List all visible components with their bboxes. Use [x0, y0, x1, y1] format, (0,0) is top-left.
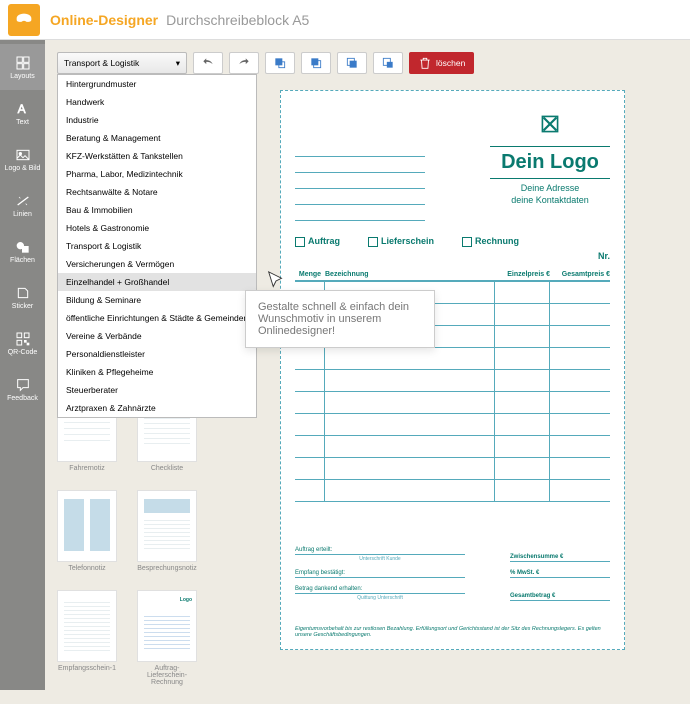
header: Online-Designer Durchschreibeblock A5	[0, 0, 690, 40]
layout-thumb[interactable]: Telefonnotiz	[57, 490, 117, 572]
dropdown-item[interactable]: Hintergrundmuster	[58, 75, 256, 93]
layout-label: Checkliste	[137, 465, 197, 472]
dropdown-item[interactable]: Industrie	[58, 111, 256, 129]
delete-label: löschen	[436, 58, 465, 68]
dropdown-list: HintergrundmusterHandwerkIndustrieBeratu…	[57, 74, 257, 418]
sidebar-item-sticker[interactable]: Sticker	[0, 274, 45, 320]
dropdown-item[interactable]: Hotels & Gastronomie	[58, 219, 256, 237]
sidebar-label: Text	[16, 119, 29, 126]
sidebar-item-qr[interactable]: QR-Code	[0, 320, 45, 366]
layout-label: Fahrernotiz	[57, 465, 117, 472]
dropdown-item[interactable]: Pharma, Labor, Medizintechnik	[58, 165, 256, 183]
th: Menge	[295, 271, 325, 278]
layout-thumb[interactable]: LogoAuftrag-Lieferschein-Rechnung	[137, 590, 197, 686]
layout-label: Empfangsschein-1	[57, 665, 117, 672]
sidebar: Layouts A Text Logo & Bild Linien Flächen…	[0, 40, 45, 690]
dropdown-item[interactable]: Rechtsanwälte & Notare	[58, 183, 256, 201]
tooltip: Gestalte schnell & einfach dein Wunschmo…	[245, 290, 435, 348]
category-dropdown[interactable]: Transport & Logistik▾ HintergrundmusterH…	[57, 52, 187, 74]
layout-thumb[interactable]: Empfangsschein-1	[57, 590, 117, 686]
main: Transport & Logistik▾ HintergrundmusterH…	[45, 40, 690, 690]
layout-label: Besprechungsnotiz	[137, 565, 197, 572]
th: Gesamtpreis €	[550, 271, 610, 278]
svg-text:A: A	[17, 102, 25, 116]
layouts-panel: Fahrernotiz Checkliste Telefonnotiz Besprec…	[57, 390, 217, 704]
disclaimer: Eigentumsvorbehalt bis zur restlosen Bez…	[295, 626, 610, 639]
sidebar-label: Linien	[13, 211, 32, 218]
sidebar-item-shapes[interactable]: Flächen	[0, 228, 45, 274]
chevron-down-icon: ▾	[176, 58, 180, 69]
address-lines	[295, 141, 425, 221]
sidebar-label: Feedback	[7, 395, 38, 402]
sidebar-item-lines[interactable]: Linien	[0, 182, 45, 228]
dropdown-item[interactable]: KFZ-Werkstätten & Tankstellen	[58, 147, 256, 165]
th: Bezeichnung	[325, 271, 495, 278]
foot-sub: Unterschrift Kunde	[295, 556, 465, 562]
doc-type-checks: Auftrag Lieferschein Rechnung	[295, 236, 610, 247]
foot-left: Auftrag erteilt:	[295, 547, 465, 555]
layout-label: Telefonnotiz	[57, 565, 117, 572]
dropdown-item[interactable]: Einzelhandel + Großhandel	[58, 273, 256, 291]
sidebar-item-text[interactable]: A Text	[0, 90, 45, 136]
foot-right: Gesamtbetrag €	[510, 593, 610, 601]
send-back-button[interactable]	[373, 52, 403, 74]
footer-fields: Auftrag erteilt:Unterschrift Kunde Zwisch…	[295, 547, 610, 609]
check-lieferschein: Lieferschein	[368, 236, 434, 247]
th: Einzelpreis €	[495, 271, 550, 278]
dropdown-item[interactable]: Handwerk	[58, 93, 256, 111]
dropdown-item[interactable]: Vereine & Verbände	[58, 327, 256, 345]
dropdown-item[interactable]: Transport & Logistik	[58, 237, 256, 255]
dropdown-item[interactable]: Personaldienstleister	[58, 345, 256, 363]
delete-button[interactable]: löschen	[409, 52, 474, 74]
dropdown-item[interactable]: Arztpraxen & Zahnärzte	[58, 399, 256, 417]
foot-sub: Quittung Unterschrift	[295, 595, 465, 601]
bring-forward-button[interactable]	[301, 52, 331, 74]
foot-left: Empfang bestätigt:	[295, 570, 465, 578]
foot-left: Betrag dankend erhalten:	[295, 586, 465, 594]
dropdown-item[interactable]: Bau & Immobilien	[58, 201, 256, 219]
toolbar: Transport & Logistik▾ HintergrundmusterH…	[57, 52, 474, 74]
dropdown-item[interactable]: Kliniken & Pflegeheime	[58, 363, 256, 381]
dropdown-item[interactable]: Steuerberater	[58, 381, 256, 399]
sidebar-label: QR-Code	[8, 349, 38, 356]
logo-sub2: deine Kontaktdaten	[490, 195, 610, 205]
dropdown-item[interactable]: öffentliche Einrichtungen & Städte & Gem…	[58, 309, 256, 327]
sidebar-label: Logo & Bild	[5, 165, 41, 172]
foot-right: Zwischensumme €	[510, 554, 610, 562]
send-backward-button[interactable]	[337, 52, 367, 74]
check-auftrag: Auftrag	[295, 236, 340, 247]
sidebar-label: Sticker	[12, 303, 33, 310]
cursor-icon	[265, 270, 287, 292]
canvas[interactable]: Dein Logo Deine Adresse deine Kontaktdat…	[280, 90, 625, 650]
bring-front-button[interactable]	[265, 52, 295, 74]
dropdown-item[interactable]: Bildung & Seminare	[58, 291, 256, 309]
foot-right: % MwSt. €	[510, 570, 610, 578]
layout-label: Auftrag-Lieferschein-Rechnung	[137, 665, 197, 686]
sidebar-item-feedback[interactable]: Feedback	[0, 366, 45, 412]
dropdown-item[interactable]: Beratung & Management	[58, 129, 256, 147]
sidebar-item-logo[interactable]: Logo & Bild	[0, 136, 45, 182]
logo-text: Dein Logo	[490, 151, 610, 174]
layout-thumb[interactable]: Besprechungsnotiz	[137, 490, 197, 572]
undo-button[interactable]	[193, 52, 223, 74]
check-rechnung: Rechnung	[462, 236, 519, 247]
sidebar-item-layouts[interactable]: Layouts	[0, 44, 45, 90]
redo-button[interactable]	[229, 52, 259, 74]
dropdown-item[interactable]: Versicherungen & Vermögen	[58, 255, 256, 273]
sidebar-label: Layouts	[10, 73, 35, 80]
logo-placeholder: Dein Logo Deine Adresse deine Kontaktdat…	[490, 111, 610, 205]
logo-sub1: Deine Adresse	[490, 183, 610, 193]
dropdown-selected: Transport & Logistik	[64, 58, 139, 68]
nr-label: Nr.	[598, 251, 610, 261]
doc-title: Durchschreibeblock A5	[166, 12, 309, 28]
app-logo	[8, 4, 40, 36]
sidebar-label: Flächen	[10, 257, 35, 264]
app-title: Online-Designer	[50, 12, 158, 28]
